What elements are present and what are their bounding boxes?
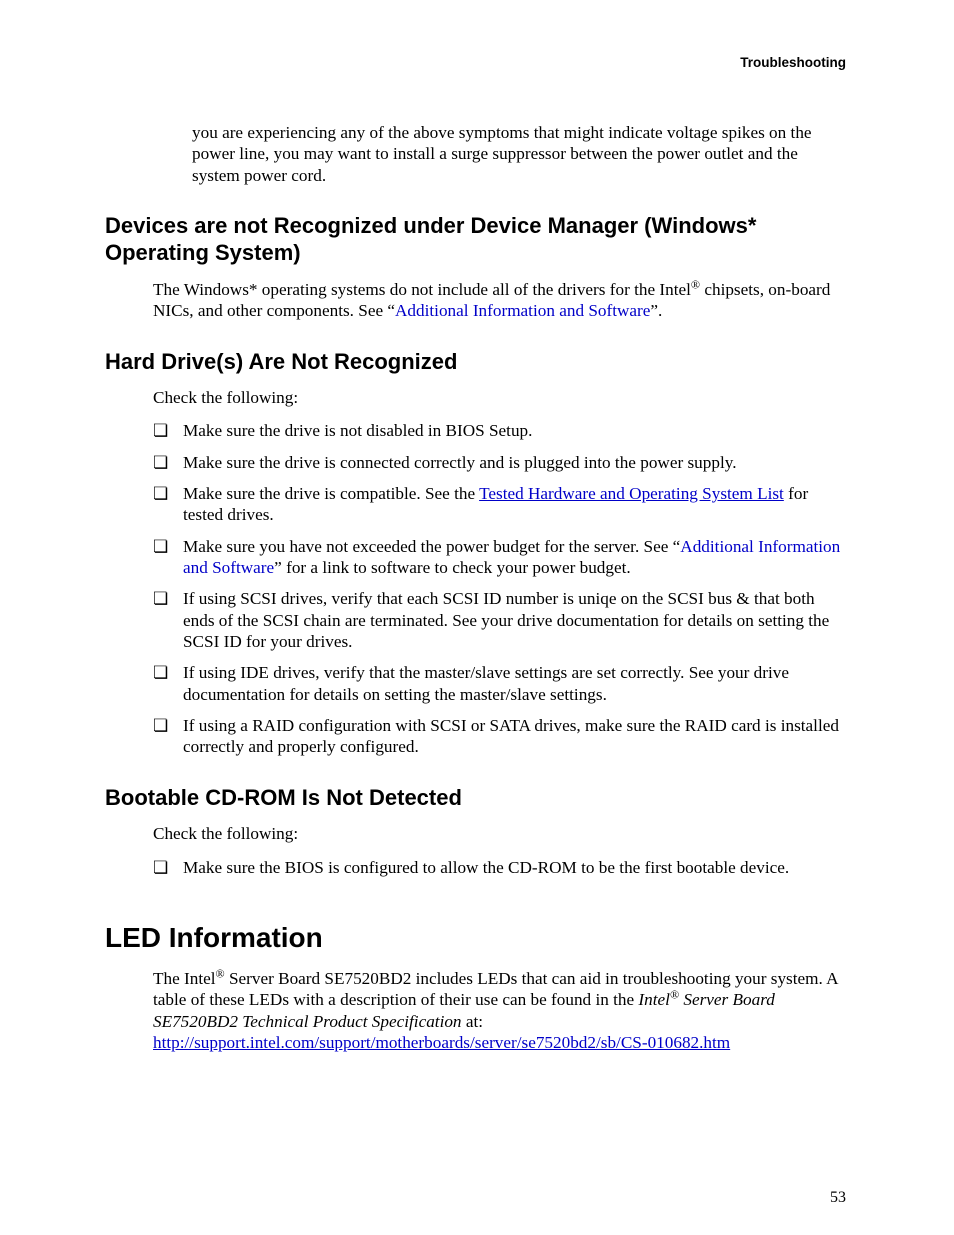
checklist-item: If using a RAID configuration with SCSI … bbox=[153, 715, 846, 758]
checklist-hard-drives: Make sure the drive is not disabled in B… bbox=[153, 420, 846, 757]
sec2-paragraph: Check the following: bbox=[153, 387, 846, 408]
checklist-cdrom: Make sure the BIOS is configured to allo… bbox=[153, 857, 846, 878]
page-header: Troubleshooting bbox=[105, 55, 846, 70]
checklist-item: Make sure you have not exceeded the powe… bbox=[153, 536, 846, 579]
heading-hard-drives: Hard Drive(s) Are Not Recognized bbox=[105, 348, 846, 376]
sec4-paragraph: The Intel® Server Board SE7520BD2 includ… bbox=[153, 968, 846, 1053]
link-additional-info[interactable]: Additional Information and Software bbox=[395, 301, 650, 320]
link-support-url[interactable]: http://support.intel.com/support/motherb… bbox=[153, 1033, 730, 1052]
checklist-item: Make sure the drive is compatible. See t… bbox=[153, 483, 846, 526]
heading-cdrom: Bootable CD-ROM Is Not Detected bbox=[105, 784, 846, 812]
link-tested-hardware[interactable]: Tested Hardware and Operating System Lis… bbox=[479, 484, 784, 503]
registered-symbol: ® bbox=[216, 966, 225, 980]
sec3-paragraph: Check the following: bbox=[153, 823, 846, 844]
registered-symbol: ® bbox=[691, 277, 700, 291]
heading-devices-not-recognized: Devices are not Recognized under Device … bbox=[105, 212, 846, 267]
page-number: 53 bbox=[830, 1189, 846, 1207]
page: Troubleshooting you are experiencing any… bbox=[0, 0, 954, 1235]
checklist-item: Make sure the drive is connected correct… bbox=[153, 452, 846, 473]
registered-symbol: ® bbox=[670, 987, 679, 1001]
heading-led-info: LED Information bbox=[105, 922, 846, 954]
sec1-paragraph: The Windows* operating systems do not in… bbox=[153, 279, 846, 322]
checklist-item: If using IDE drives, verify that the mas… bbox=[153, 662, 846, 705]
intro-paragraph: you are experiencing any of the above sy… bbox=[192, 122, 846, 186]
checklist-item: Make sure the drive is not disabled in B… bbox=[153, 420, 846, 441]
checklist-item: Make sure the BIOS is configured to allo… bbox=[153, 857, 846, 878]
checklist-item: If using SCSI drives, verify that each S… bbox=[153, 588, 846, 652]
